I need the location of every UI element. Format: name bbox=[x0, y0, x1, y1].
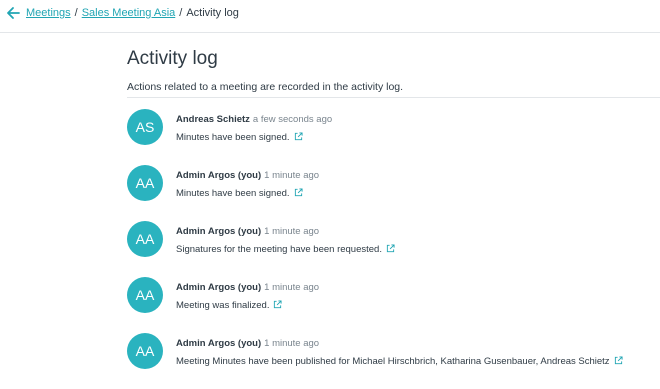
activity-list: AS Andreas Schietz a few seconds ago Minu… bbox=[0, 0, 660, 382]
breadcrumb-separator: / bbox=[74, 7, 78, 19]
arrow-left-icon[interactable] bbox=[4, 4, 22, 22]
entry-author: Admin Argos (you) bbox=[176, 338, 262, 349]
entry-message: Meeting Minutes have been published for … bbox=[176, 356, 610, 367]
entry-time: a few seconds ago bbox=[252, 114, 333, 125]
entry-author: Admin Argos (you) bbox=[176, 282, 262, 293]
entry-header: Admin Argos (you) 1 minute ago bbox=[176, 170, 319, 182]
avatar: AA bbox=[127, 333, 163, 369]
page-description: Actions related to a meeting are recorde… bbox=[127, 81, 404, 93]
avatar: AA bbox=[127, 277, 163, 313]
entry-time: 1 minute ago bbox=[264, 170, 320, 181]
breadcrumb-link-sales-meeting-asia[interactable]: Sales Meeting Asia bbox=[82, 7, 176, 19]
entry-message: Minutes have been signed. bbox=[176, 188, 290, 199]
breadcrumb-link-meetings[interactable]: Meetings bbox=[26, 7, 71, 19]
entry-header: Andreas Schietz a few seconds ago bbox=[176, 114, 332, 126]
entry-author: Admin Argos (you) bbox=[176, 226, 262, 237]
entry-time: 1 minute ago bbox=[264, 338, 320, 349]
external-link-icon[interactable] bbox=[294, 188, 303, 197]
activity-entry: AS Andreas Schietz a few seconds ago Minu… bbox=[0, 109, 660, 165]
breadcrumb-current: Activity log bbox=[186, 7, 239, 19]
external-link-icon[interactable] bbox=[294, 132, 303, 141]
entry-header: Admin Argos (you) 1 minute ago bbox=[176, 282, 319, 294]
entry-message-row: Minutes have been signed. bbox=[176, 132, 303, 144]
entry-message-row: Meeting Minutes have been published for … bbox=[176, 356, 623, 368]
activity-entry: AA Admin Argos (you) 1 minute ago Meeting… bbox=[0, 277, 660, 333]
top-bar: Meetings / Sales Meeting Asia / Activity log bbox=[0, 0, 660, 33]
divider bbox=[127, 97, 660, 98]
entry-author: Andreas Schietz bbox=[176, 114, 250, 125]
entry-header: Admin Argos (you) 1 minute ago bbox=[176, 226, 319, 238]
entry-message-row: Minutes have been signed. bbox=[176, 188, 303, 200]
external-link-icon[interactable] bbox=[614, 356, 623, 365]
avatar: AA bbox=[127, 165, 163, 201]
avatar: AA bbox=[127, 221, 163, 257]
activity-entry: AA Admin Argos (you) 1 minute ago Minutes… bbox=[0, 165, 660, 221]
activity-entry: AA Admin Argos (you) 1 minute ago Meeting… bbox=[0, 333, 660, 389]
external-link-icon[interactable] bbox=[386, 244, 395, 253]
breadcrumb: Meetings / Sales Meeting Asia / Activity log bbox=[26, 6, 239, 20]
avatar: AS bbox=[127, 109, 163, 145]
entry-message: Meeting was finalized. bbox=[176, 300, 270, 311]
external-link-icon[interactable] bbox=[273, 300, 283, 309]
page-title: Activity log bbox=[127, 48, 218, 69]
entry-message-row: Meeting was finalized. bbox=[176, 300, 283, 312]
entry-time: 1 minute ago bbox=[264, 226, 320, 237]
entry-message-row: Signatures for the meeting have been req… bbox=[176, 244, 395, 256]
entry-message: Minutes have been signed. bbox=[176, 132, 290, 143]
entry-message: Signatures for the meeting have been req… bbox=[176, 244, 382, 255]
entry-header: Admin Argos (you) 1 minute ago bbox=[176, 338, 319, 350]
breadcrumb-separator: / bbox=[179, 7, 183, 19]
activity-entry: AA Admin Argos (you) 1 minute ago Signatu… bbox=[0, 221, 660, 277]
entry-time: 1 minute ago bbox=[264, 282, 320, 293]
entry-author: Admin Argos (you) bbox=[176, 170, 262, 181]
